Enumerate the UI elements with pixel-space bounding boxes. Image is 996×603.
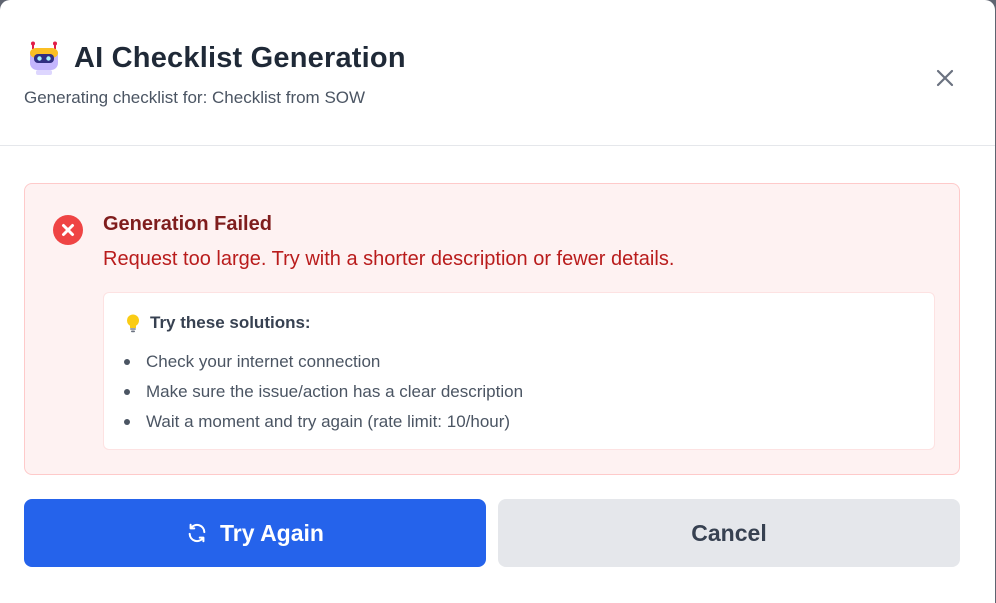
close-icon	[936, 69, 954, 87]
refresh-icon	[188, 523, 206, 543]
error-message: Request too large. Try with a shorter de…	[103, 248, 675, 270]
solutions-header: Try these solutions:	[124, 313, 311, 333]
bullet	[124, 359, 130, 365]
cancel-label: Cancel	[691, 519, 767, 546]
list-item: Wait a moment and try again (rate limit:…	[124, 407, 523, 437]
dialog-subtitle: Generating checklist for: Checklist from…	[24, 88, 366, 107]
error-x-icon	[53, 215, 83, 245]
solution-text: Check your internet connection	[146, 352, 381, 371]
list-item: Make sure the issue/action has a clear d…	[124, 377, 523, 407]
list-item: Check your internet connection	[124, 347, 523, 377]
dialog-title: AI Checklist Generation	[74, 41, 406, 74]
dialog-title-row: AI Checklist Generation	[26, 40, 406, 76]
lightbulb-icon	[127, 314, 139, 333]
close-button[interactable]	[931, 64, 959, 92]
ai-checklist-dialog: AI Checklist Generation Generating check…	[0, 0, 995, 603]
try-again-label: Try Again	[220, 519, 324, 546]
try-again-button[interactable]: Try Again	[24, 499, 486, 567]
robot-icon	[30, 41, 58, 75]
solutions-panel: Try these solutions: Check your internet…	[103, 292, 935, 450]
dialog-header: AI Checklist Generation Generating check…	[0, 0, 995, 146]
error-title: Generation Failed	[103, 213, 272, 235]
solution-text: Make sure the issue/action has a clear d…	[146, 382, 524, 401]
cancel-button[interactable]: Cancel	[498, 499, 960, 567]
solution-text: Wait a moment and try again (rate limit:…	[146, 412, 511, 431]
solutions-title: Try these solutions:	[150, 313, 311, 332]
bullet	[124, 389, 130, 395]
error-alert: Generation Failed Request too large. Try…	[24, 183, 960, 475]
solutions-list: Check your internet connection Make sure…	[124, 347, 523, 437]
bullet	[124, 419, 130, 425]
